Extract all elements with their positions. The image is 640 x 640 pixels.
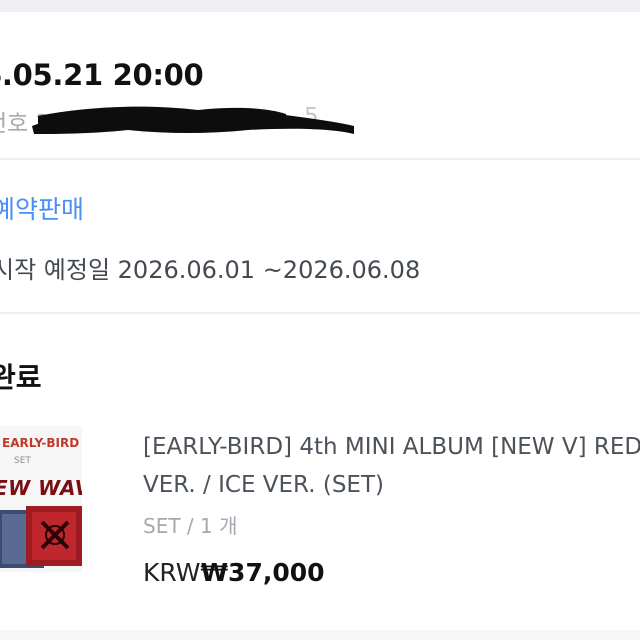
order-status-section: 완료 EARLY-BIRD SET EW WAV [EARLY-BIRD] 4t… (0, 314, 640, 640)
order-status-title: 완료 (0, 361, 42, 394)
price-value: ₩37,000 (200, 558, 325, 587)
product-price: KRW₩37,000 (143, 558, 325, 587)
price-currency: KRW (143, 558, 201, 587)
preorder-label: 예약판매 (0, 195, 85, 224)
product-option: SET / 1 개 (143, 514, 238, 538)
thumbnail-set-text: SET (14, 456, 31, 466)
preorder-section: 예약판매 시작 예정일 2026.06.01 ~2026.06.08 (0, 160, 640, 312)
top-status-strip (0, 0, 640, 12)
ship-schedule: 시작 예정일 2026.06.01 ~2026.06.08 (0, 256, 421, 284)
product-thumbnail[interactable]: EARLY-BIRD SET EW WAV (0, 426, 82, 572)
order-number-row: 번호 2 5 (0, 104, 366, 137)
thumbnail-earlybird-text: EARLY-BIRD (2, 436, 80, 450)
thumbnail-album-title: EW WAV (0, 476, 82, 500)
order-info-section: 6.05.21 20:00 번호 2 5 (0, 12, 640, 158)
bottom-divider (0, 630, 640, 640)
order-date: 6.05.21 20:00 (0, 58, 204, 92)
album-cover-image (0, 504, 82, 572)
product-name[interactable]: [EARLY-BIRD] 4th MINI ALBUM [NEW V] RED … (143, 428, 640, 504)
redaction-scribble (32, 106, 354, 134)
